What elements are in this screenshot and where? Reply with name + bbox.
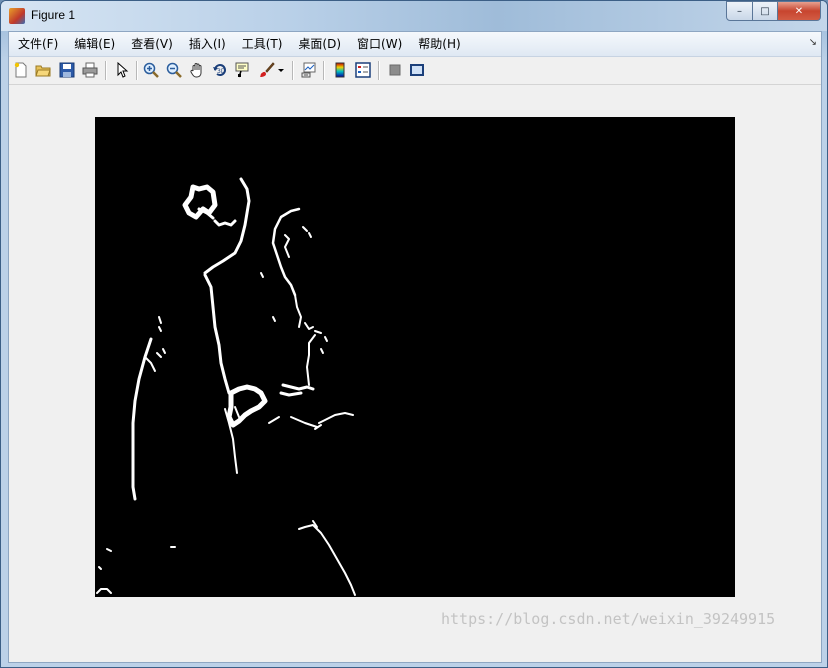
- maximize-button[interactable]: □: [753, 1, 778, 21]
- menu-desktop[interactable]: 桌面(D): [290, 33, 349, 55]
- matlab-icon: [9, 8, 25, 24]
- toolbar-separator: [323, 61, 325, 80]
- minimize-icon: –: [737, 5, 742, 17]
- pan-icon[interactable]: [188, 61, 206, 79]
- menu-edit[interactable]: 编辑(E): [66, 33, 123, 55]
- maximize-icon: □: [760, 5, 770, 17]
- menu-bar: 文件(F) 编辑(E) 查看(V) 插入(I) 工具(T) 桌面(D) 窗口(W…: [9, 32, 821, 57]
- menu-insert[interactable]: 插入(I): [181, 33, 234, 55]
- open-file-icon[interactable]: [34, 61, 52, 79]
- zoom-out-icon[interactable]: [165, 61, 183, 79]
- print-icon[interactable]: [81, 61, 99, 79]
- svg-text:3D: 3D: [217, 68, 226, 75]
- toolbar-separator: [105, 61, 107, 80]
- edit-plot-icon[interactable]: [113, 61, 131, 79]
- link-plot-icon[interactable]: [300, 61, 318, 79]
- title-bar[interactable]: Figure 1 – □ ✕: [1, 1, 827, 31]
- insert-colorbar-icon[interactable]: [331, 61, 349, 79]
- binary-image-axes[interactable]: [95, 117, 735, 597]
- show-plot-tools-icon[interactable]: [408, 61, 426, 79]
- data-cursor-icon[interactable]: [234, 61, 252, 79]
- brush-icon[interactable]: [258, 61, 276, 79]
- toolbar-separator: [292, 61, 294, 80]
- brush-dropdown-icon[interactable]: [276, 61, 286, 79]
- hide-plot-tools-icon[interactable]: [386, 61, 404, 79]
- figure-window: Figure 1 – □ ✕ 文件(F) 编辑(E) 查看(V) 插入(I) 工…: [0, 0, 828, 668]
- caption-buttons: – □ ✕: [726, 1, 821, 21]
- close-button[interactable]: ✕: [778, 1, 821, 21]
- toolbar-separator: [136, 61, 138, 80]
- insert-legend-icon[interactable]: [354, 61, 372, 79]
- dock-arrow-icon[interactable]: ↘: [809, 37, 817, 48]
- save-icon[interactable]: [58, 61, 76, 79]
- window-title: Figure 1: [31, 8, 76, 22]
- close-icon: ✕: [794, 5, 804, 17]
- zoom-in-icon[interactable]: [142, 61, 160, 79]
- menu-view[interactable]: 查看(V): [123, 33, 181, 55]
- menu-window[interactable]: 窗口(W): [349, 33, 410, 55]
- menu-file[interactable]: 文件(F): [10, 33, 66, 55]
- menu-help[interactable]: 帮助(H): [410, 33, 468, 55]
- toolbar-separator: [378, 61, 380, 80]
- new-figure-icon[interactable]: [12, 61, 30, 79]
- watermark-text: https://blog.csdn.net/weixin_39249915: [441, 610, 776, 628]
- menu-tools[interactable]: 工具(T): [234, 33, 291, 55]
- figure-toolbar: 3D: [9, 57, 821, 85]
- rotate-3d-icon[interactable]: 3D: [211, 61, 229, 79]
- minimize-button[interactable]: –: [726, 1, 753, 21]
- figure-client-area: 文件(F) 编辑(E) 查看(V) 插入(I) 工具(T) 桌面(D) 窗口(W…: [8, 31, 822, 663]
